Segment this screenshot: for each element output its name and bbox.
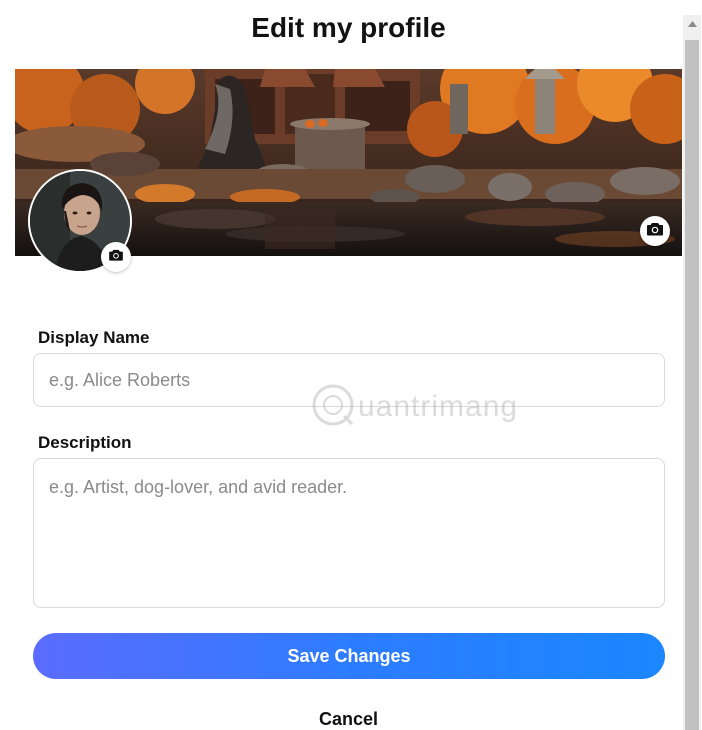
description-textarea[interactable] <box>33 458 665 608</box>
scroll-up-arrow-icon[interactable] <box>683 15 701 32</box>
edit-profile-dialog: Edit my profile Display Name e.g. Alice … <box>0 0 702 730</box>
display-name-input[interactable] <box>33 353 665 407</box>
camera-icon <box>109 248 123 266</box>
display-name-label: Display Name <box>38 328 150 347</box>
scrollbar-thumb[interactable] <box>685 40 699 730</box>
description-label: Description <box>38 433 132 452</box>
save-changes-button[interactable]: Save Changes <box>33 633 665 679</box>
cover-camera-button[interactable] <box>640 216 670 246</box>
avatar-camera-button[interactable] <box>101 242 131 272</box>
vertical-scrollbar[interactable] <box>683 15 701 730</box>
cancel-button[interactable]: Cancel <box>0 708 697 730</box>
camera-icon <box>647 222 663 241</box>
page-title: Edit my profile <box>251 12 446 43</box>
